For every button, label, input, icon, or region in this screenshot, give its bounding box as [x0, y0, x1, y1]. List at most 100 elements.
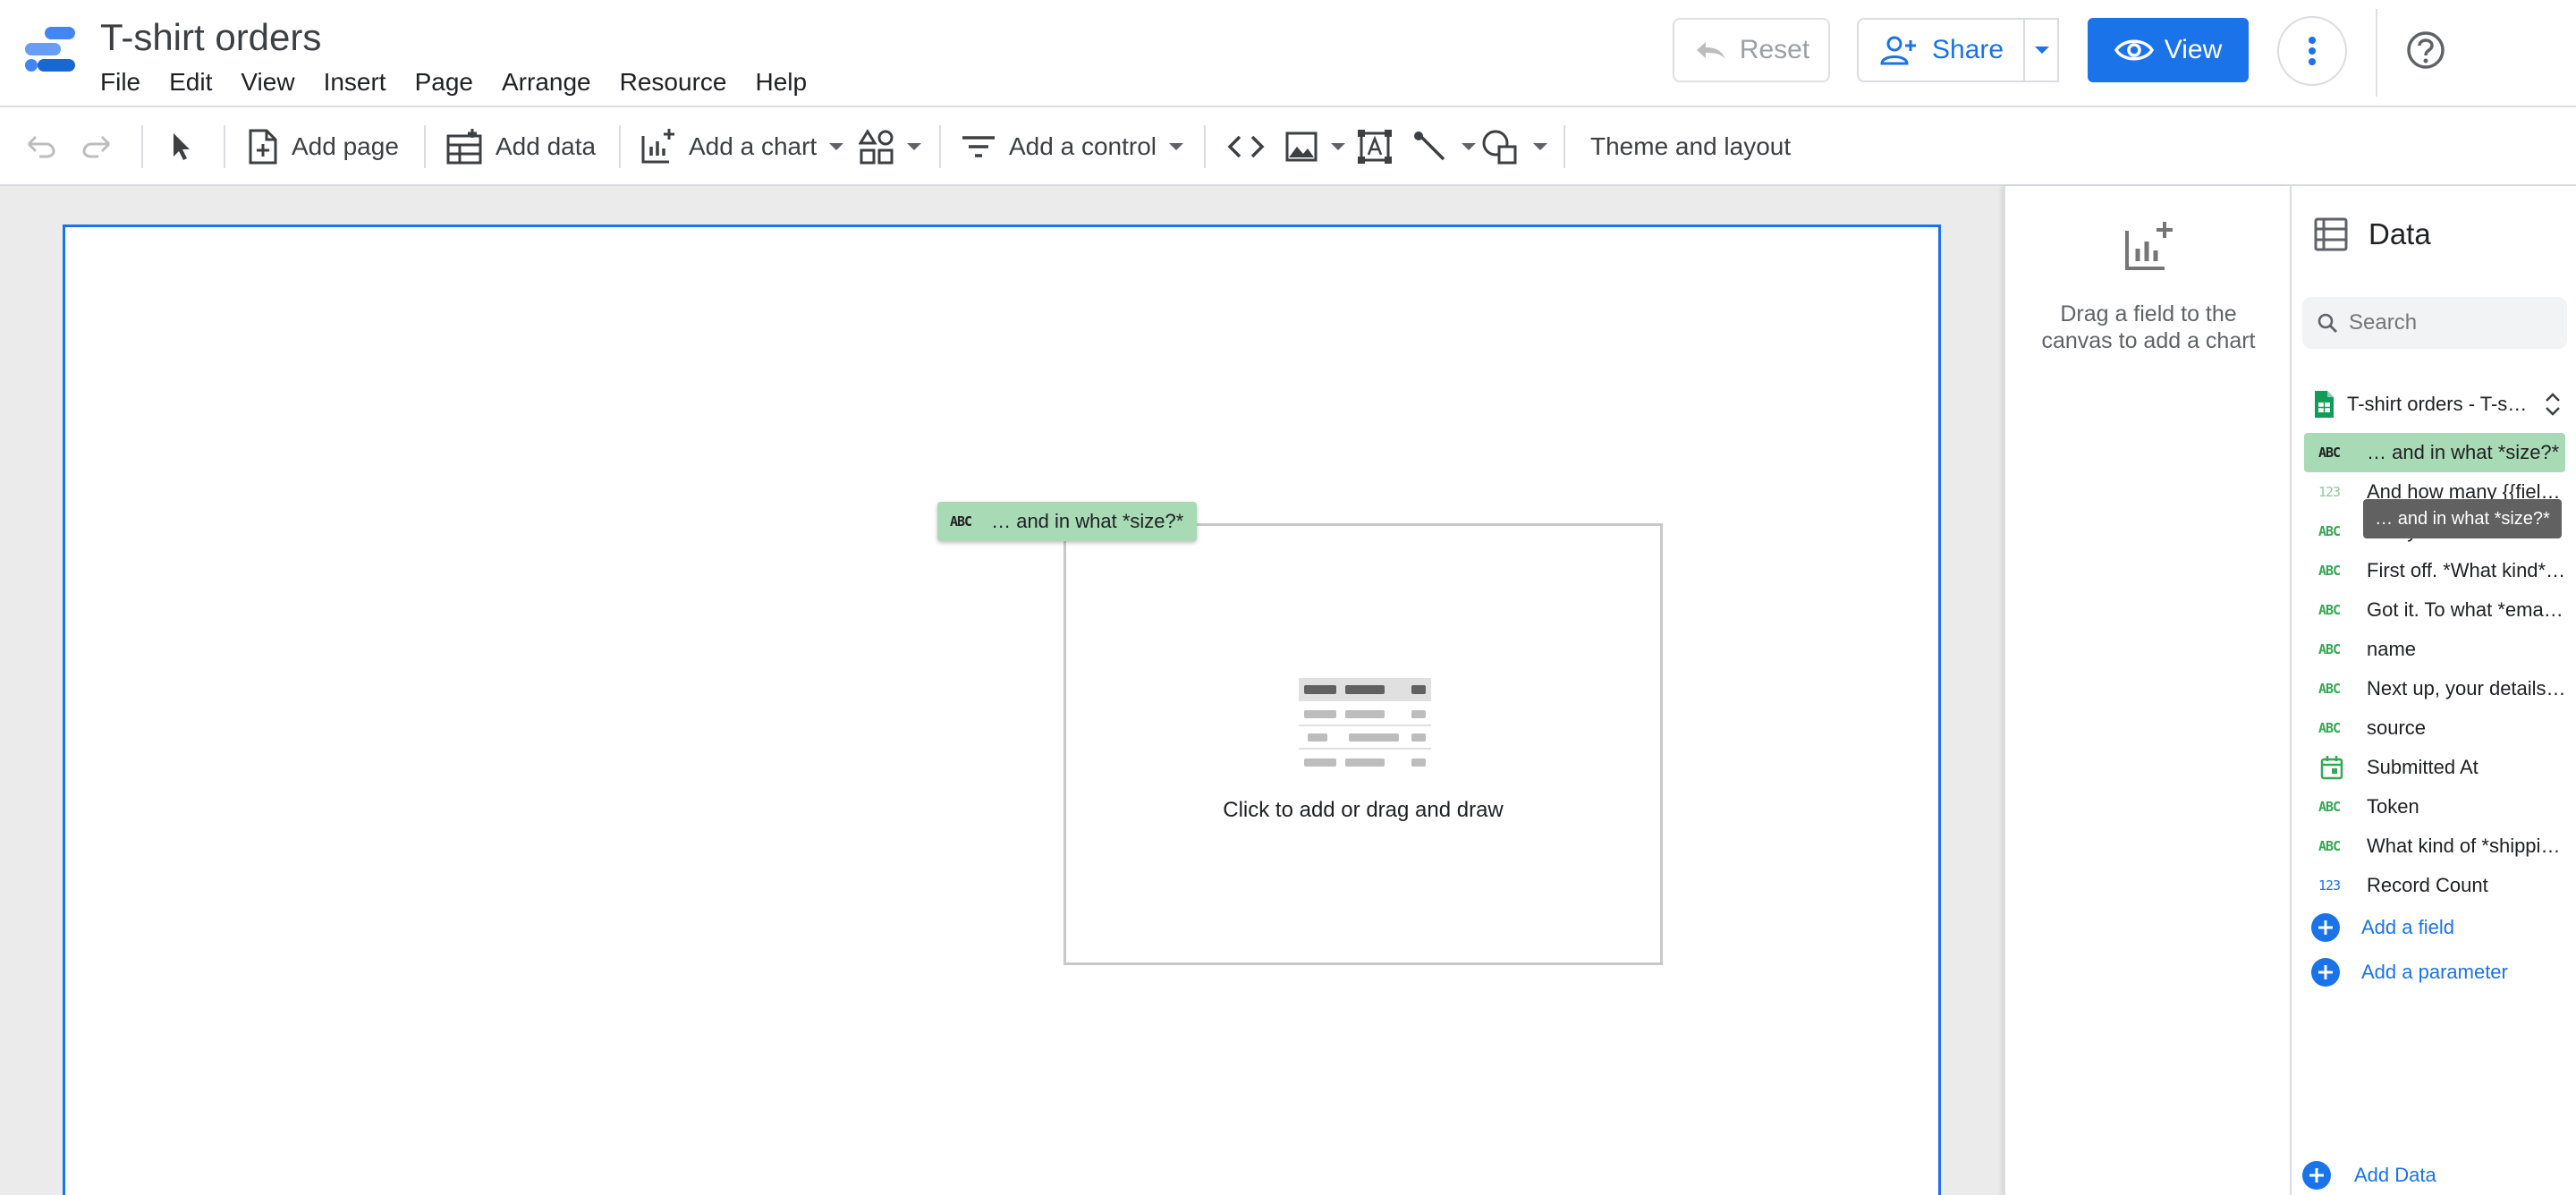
field-item[interactable]: 123 Record Count [2292, 866, 2576, 905]
field-search-input[interactable] [2349, 310, 2555, 335]
toolbar: Add page Add data Add a chart Add a cont… [0, 106, 2576, 186]
more-vert-icon [2309, 37, 2316, 65]
add-page-button[interactable]: Add page [247, 122, 399, 172]
line-button[interactable] [1413, 122, 1476, 172]
add-data-button[interactable]: Add data [445, 122, 596, 172]
redo-icon [82, 135, 111, 158]
add-chart-button[interactable]: Add a chart [640, 122, 844, 172]
field-name: Submitted At [2367, 756, 2479, 778]
filter-list-icon [962, 136, 995, 157]
code-brackets-icon [1227, 135, 1265, 158]
add-field-link[interactable]: Add a field [2292, 905, 2576, 950]
add-chart-label: Add a chart [689, 132, 818, 160]
data-source-name: T-shirt orders - T-s… [2347, 393, 2528, 415]
undo-icon [27, 135, 55, 158]
menu-resource[interactable]: Resource [606, 64, 741, 104]
search-icon [2318, 313, 2337, 333]
toolbar-separator [1204, 125, 1206, 168]
share-label: Share [1932, 35, 2004, 64]
help-button[interactable] [2401, 23, 2451, 77]
field-item[interactable]: ABC source [2292, 708, 2576, 748]
add-data-panel-label: Add Data [2354, 1164, 2436, 1186]
image-button[interactable] [1284, 122, 1345, 172]
chart-placeholder[interactable]: Click to add or drag and draw [1063, 523, 1663, 965]
undo-button[interactable] [25, 122, 57, 172]
add-page-label: Add page [292, 132, 399, 160]
community-visualizations-icon [859, 129, 894, 165]
field-item[interactable]: ABC What kind of *shippin… [2292, 826, 2576, 866]
share-dropdown-button[interactable] [2023, 18, 2059, 82]
add-data-label: Add data [496, 132, 597, 160]
redo-button[interactable] [80, 122, 113, 172]
more-options-button[interactable] [2277, 16, 2347, 86]
embed-url-button[interactable] [1227, 122, 1265, 172]
add-circle-icon [2311, 958, 2340, 987]
add-parameter-label: Add a parameter [2361, 961, 2508, 983]
field-item[interactable]: ABC First off. *What kind* … [2292, 551, 2576, 590]
toolbar-separator [1563, 125, 1565, 168]
undo-arrow-icon [1696, 42, 1725, 59]
hint-line-1: Drag a field to the [2060, 301, 2237, 326]
text-type-icon: ABC [2318, 641, 2341, 657]
reset-button[interactable]: Reset [1673, 18, 1830, 82]
toolbar-separator [224, 125, 225, 168]
toolbar-separator [939, 125, 941, 168]
text-type-icon: ABC [2318, 602, 2341, 618]
field-item[interactable]: ABC Token [2292, 787, 2576, 826]
eye-icon [2114, 39, 2154, 61]
add-circle-icon [2302, 1161, 2331, 1190]
data-source-row[interactable]: T-shirt orders - T-s… [2313, 381, 2572, 428]
caret-down-icon [1462, 143, 1476, 150]
add-chart-icon [2125, 222, 2173, 270]
looker-studio-logo-icon[interactable] [23, 25, 77, 75]
toolbar-separator [424, 125, 426, 168]
shape-button[interactable] [1481, 122, 1547, 172]
add-circle-icon [2311, 913, 2340, 942]
report-title[interactable]: T-shirt orders [100, 13, 321, 63]
field-search-box[interactable] [2302, 297, 2567, 349]
caret-down-icon [1169, 143, 1183, 150]
field-item[interactable]: ABC Got it. To what *email… [2292, 590, 2576, 630]
field-name: Token [2367, 795, 2419, 818]
menu-insert[interactable]: Insert [309, 64, 401, 104]
add-field-label: Add a field [2361, 916, 2454, 938]
add-data-link[interactable]: Add Data [2302, 1161, 2436, 1190]
dragged-field-chip[interactable]: ABC … and in what *size?* [937, 502, 1197, 541]
add-control-button[interactable]: Add a control [961, 122, 1183, 172]
reset-label: Reset [1739, 35, 1810, 64]
placeholder-instruction: Click to add or drag and draw [1223, 798, 1504, 822]
field-name: Next up, your details. … [2367, 677, 2567, 699]
community-viz-button[interactable] [859, 122, 921, 172]
field-name: Record Count [2367, 874, 2488, 896]
menu-view[interactable]: View [226, 64, 309, 104]
add-parameter-link[interactable]: Add a parameter [2292, 950, 2576, 995]
add-person-icon [1880, 36, 1916, 65]
field-item[interactable]: ABC name [2292, 630, 2576, 669]
add-page-icon [249, 129, 277, 165]
collapse-chevron-icon[interactable] [2544, 392, 2562, 417]
view-button[interactable]: View [2088, 18, 2249, 82]
menu-help[interactable]: Help [741, 64, 821, 104]
toolbar-separator [619, 125, 621, 168]
menu-edit[interactable]: Edit [155, 64, 226, 104]
field-item[interactable]: ABC Next up, your details. … [2292, 669, 2576, 708]
menu-page[interactable]: Page [401, 64, 487, 104]
image-icon [1285, 131, 1318, 162]
add-data-table-icon [446, 129, 482, 165]
menu-arrange[interactable]: Arrange [487, 64, 606, 104]
select-tool-button[interactable] [170, 122, 193, 172]
theme-layout-button[interactable]: Theme and layout [1590, 122, 1791, 172]
field-name: What kind of *shippin… [2367, 835, 2567, 857]
data-list-icon [2314, 217, 2348, 251]
text-box-icon [1358, 130, 1392, 164]
google-sheets-icon [2315, 391, 2334, 418]
menu-file[interactable]: File [86, 64, 155, 104]
field-name: First off. *What kind* … [2367, 559, 2567, 581]
field-item[interactable]: ABC … and in what *size?* [2304, 433, 2565, 472]
field-item[interactable]: Submitted At [2292, 748, 2576, 787]
dragged-field-label: … and in what *size?* [991, 510, 1184, 532]
view-label: View [2164, 35, 2223, 64]
text-type-icon: ABC [2318, 445, 2341, 461]
table-chart-icon [1299, 678, 1431, 767]
text-box-button[interactable] [1358, 122, 1392, 172]
